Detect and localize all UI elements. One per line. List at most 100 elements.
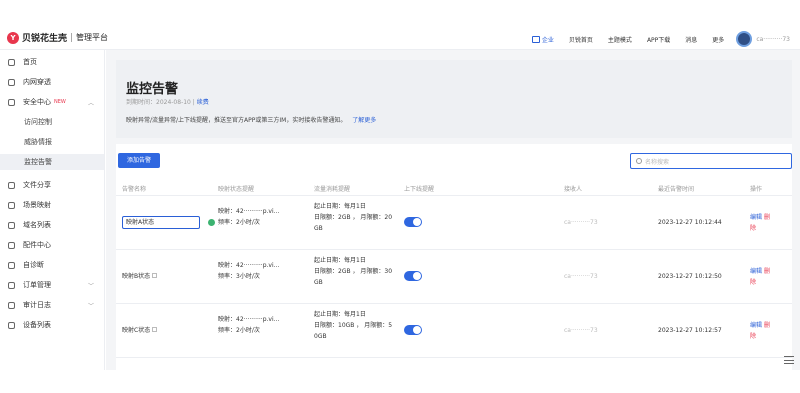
- logo-mark-icon: Y: [7, 31, 19, 44]
- delete-button-1[interactable]: 删: [764, 268, 770, 275]
- page-header: 监控告警 到期时间：2024-08-10 | 续费 映射异常/流量异常/上下线提…: [116, 60, 792, 138]
- nav-home[interactable]: 贝锐首页: [569, 35, 593, 44]
- sidebar-item-access-control[interactable]: 访问控制: [0, 114, 104, 130]
- sidebar-item-label: 订单管理: [23, 281, 51, 289]
- top-header: Y 贝锐花生壳 管理平台 企业 贝锐首页 主题模式 APP下载 消息 更多 ca…: [0, 0, 800, 50]
- online-alert-toggle[interactable]: [404, 217, 422, 227]
- edit-button[interactable]: 编辑: [750, 214, 762, 221]
- sidebar-item-label: 配件中心: [23, 241, 51, 249]
- delete-button-2[interactable]: 除: [750, 333, 756, 340]
- sidebar-item-scene-map[interactable]: 场景映射: [0, 197, 104, 213]
- col-last-time: 最近告警时间: [658, 186, 695, 193]
- sidebar: 首页 内网穿透 安全中心 NEW ︿ 访问控制 威胁情报 监控告警 文件分享 场景映…: [0, 50, 105, 370]
- traffic-alert-cell: 起止日期：每月1日 日限额：2GB ， 月限额：30 GB: [314, 255, 392, 288]
- receiver: ca··········73: [564, 273, 598, 280]
- col-name: 告警名称: [122, 186, 147, 193]
- sidebar-item-orders[interactable]: 订单管理 ﹀: [0, 277, 104, 293]
- map-frequency: 频率：2小时/次: [218, 219, 260, 226]
- menu-icon[interactable]: [784, 356, 794, 364]
- nav-messages[interactable]: 消息: [685, 35, 697, 44]
- brand-name: 贝锐花生壳: [22, 34, 68, 44]
- col-actions: 操作: [750, 186, 763, 193]
- search-input[interactable]: 名称搜索: [630, 153, 792, 169]
- shield-icon: [8, 98, 15, 106]
- sidebar-item-audit-log[interactable]: 审计日志 ﹀: [0, 297, 104, 313]
- traffic-limits: 日限额：2GB ， 月限额：20: [314, 214, 393, 221]
- alert-name[interactable]: 映射B状态: [122, 271, 158, 282]
- sidebar-item-label: 威胁情报: [24, 138, 52, 146]
- table-row: 映射B状态 映射：42··········p.vi... 频率：3小时/次 起止…: [116, 250, 792, 304]
- last-alert-time: 2023-12-27 10:12:57: [658, 327, 722, 334]
- map-target: 映射：42··········p.vi...: [218, 208, 280, 215]
- description-text: 映射异常/流量异常/上下线提醒，推送至官方APP或第三方IM，实时接收告警通知。: [126, 117, 347, 124]
- sidebar-item-self-diagnose[interactable]: 自诊断: [0, 257, 104, 273]
- sidebar-item-devices[interactable]: 设备列表: [0, 317, 104, 333]
- delete-button-1[interactable]: 删: [764, 322, 770, 329]
- logo-divider: [71, 33, 73, 42]
- map-alert-cell: 映射：42··········p.vi... 频率：3小时/次: [218, 260, 279, 282]
- traffic-alert-cell: 起止日期：每月1日 日限额：10GB ， 月限额：5 0GB: [314, 309, 392, 342]
- grid-icon: [8, 241, 15, 249]
- brand-logo[interactable]: Y 贝锐花生壳 管理平台: [7, 31, 108, 44]
- receiver: ca··········73: [564, 327, 598, 334]
- alert-name-field[interactable]: 映射A状态: [122, 216, 200, 229]
- sidebar-item-label: 监控告警: [24, 158, 52, 166]
- table-row: 映射C状态 映射：42··········p.vi... 频率：2小时/次 起止…: [116, 304, 792, 358]
- delete-button-1[interactable]: 删: [764, 214, 770, 221]
- search-placeholder: 名称搜索: [645, 158, 670, 166]
- delete-button-2[interactable]: 除: [750, 225, 756, 232]
- edit-button[interactable]: 编辑: [750, 322, 762, 329]
- new-badge: NEW: [54, 99, 66, 105]
- sidebar-item-label: 内网穿透: [23, 78, 51, 86]
- page-title: 监控告警: [126, 82, 179, 97]
- traffic-start: 起止日期：每月1日: [314, 311, 366, 318]
- sidebar-item-label: 设备列表: [23, 321, 51, 329]
- row-actions: 编辑 删 除: [750, 266, 770, 288]
- home-icon: [8, 58, 15, 66]
- col-receiver: 接收人: [564, 186, 583, 193]
- sidebar-item-domains[interactable]: 域名列表: [0, 217, 104, 233]
- col-online-alert: 上下线提醒: [404, 186, 435, 193]
- sidebar-item-tunnel[interactable]: 内网穿透: [0, 74, 104, 90]
- nav-app-download[interactable]: APP下载: [647, 35, 670, 44]
- sidebar-item-monitor-alert[interactable]: 监控告警: [0, 154, 104, 170]
- edit-icon[interactable]: [152, 273, 158, 278]
- traffic-start: 起止日期：每月1日: [314, 257, 366, 264]
- row-actions: 编辑 删 除: [750, 320, 770, 342]
- building-icon: [531, 35, 540, 43]
- alert-name[interactable]: 映射C状态: [122, 325, 158, 336]
- traffic-start: 起止日期：每月1日: [314, 203, 366, 210]
- map-target: 映射：42··········p.vi...: [218, 262, 280, 269]
- alert-table-panel: 添加告警 名称搜索 告警名称 映射状态提醒 流量消耗提醒 上下线提醒 接收人 最…: [116, 144, 792, 370]
- sidebar-item-accessories[interactable]: 配件中心: [0, 237, 104, 253]
- edit-button[interactable]: 编辑: [750, 268, 762, 275]
- folder-icon: [8, 181, 15, 189]
- sidebar-item-label: 场景映射: [23, 201, 51, 209]
- sidebar-item-file-share[interactable]: 文件分享: [0, 177, 104, 193]
- nav-theme[interactable]: 主题模式: [608, 35, 632, 44]
- table-header: 告警名称 映射状态提醒 流量消耗提醒 上下线提醒 接收人 最近告警时间 操作: [116, 178, 792, 196]
- learn-more-link[interactable]: 了解更多: [352, 117, 376, 124]
- traffic-alert-cell: 起止日期：每月1日 日限额：2GB ， 月限额：20 GB: [314, 201, 392, 234]
- table-row: 映射A状态 映射：42··········p.vi... 频率：2小时/次 起止…: [116, 196, 792, 250]
- online-alert-toggle[interactable]: [404, 325, 422, 335]
- nav-enterprise[interactable]: 企业: [531, 35, 554, 44]
- delete-button-2[interactable]: 除: [750, 279, 756, 286]
- online-alert-toggle[interactable]: [404, 271, 422, 281]
- sidebar-item-label: 域名列表: [23, 221, 51, 229]
- location-icon: [8, 201, 15, 209]
- sidebar-item-threat-intel[interactable]: 威胁情报: [0, 134, 104, 150]
- cart-icon: [8, 281, 15, 289]
- edit-icon[interactable]: [152, 327, 158, 332]
- alert-name-text: 映射B状态: [122, 273, 151, 280]
- nav-more[interactable]: 更多: [712, 35, 724, 44]
- sidebar-item-home[interactable]: 首页: [0, 54, 104, 70]
- sidebar-item-label: 自诊断: [23, 261, 44, 269]
- username[interactable]: ca··········73: [756, 36, 790, 43]
- add-alert-button[interactable]: 添加告警: [118, 153, 160, 168]
- avatar[interactable]: [736, 31, 753, 47]
- expire-date: 到期时间：2024-08-10: [126, 99, 191, 106]
- brand-subtitle: 管理平台: [76, 33, 109, 42]
- sidebar-item-security[interactable]: 安全中心 NEW ︿: [0, 94, 104, 110]
- renew-link[interactable]: 续费: [197, 99, 209, 106]
